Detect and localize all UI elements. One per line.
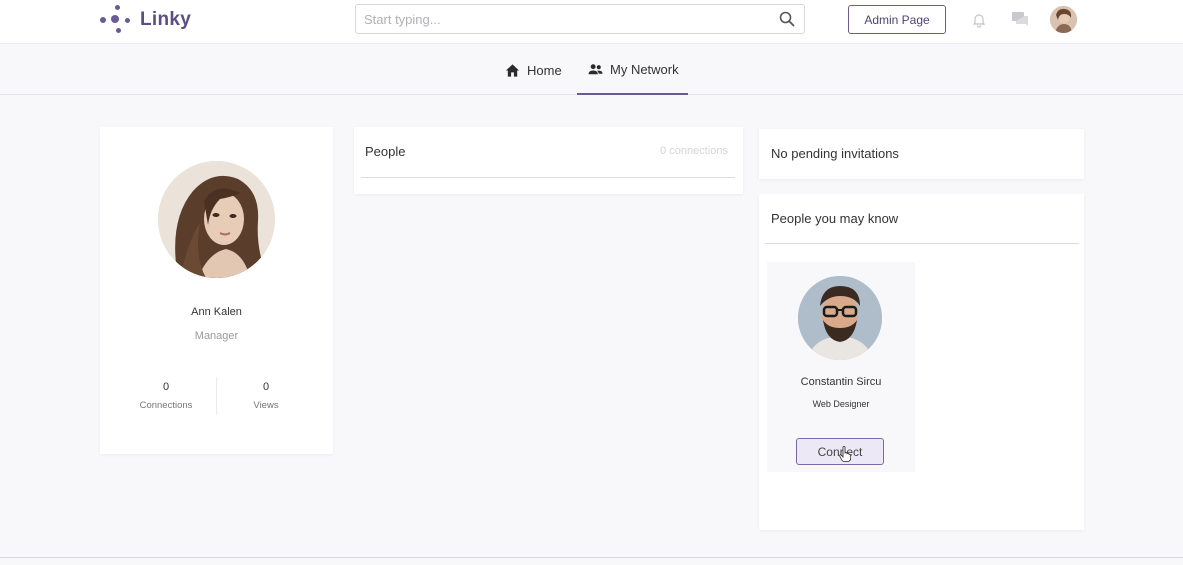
messages-icon[interactable] [1011,11,1029,27]
tab-home[interactable]: Home [505,45,562,95]
connections-stat[interactable]: 0 Connections [116,381,216,411]
people-card: People 0 connections [354,127,743,194]
bell-icon[interactable] [971,12,987,28]
tab-my-network[interactable]: My Network [577,45,688,95]
hand-cursor-icon [839,446,851,462]
search-icon[interactable] [779,11,795,27]
suggestion-card: Constantin Sircu Web Designer Connect [767,262,915,472]
user-avatar[interactable] [1050,6,1077,33]
views-count: 0 [262,381,270,393]
divider [765,243,1079,244]
views-label: Views [253,400,279,411]
tab-my-network-label: My Network [610,61,679,77]
search-box [355,4,805,34]
suggestion-role: Web Designer [812,399,870,409]
top-bar: Linky Admin Page [0,0,1183,44]
invitations-status: No pending invitations [771,146,899,161]
profile-photo[interactable] [158,161,275,278]
views-stat[interactable]: 0 Views [216,381,316,411]
connections-count: 0 [162,381,170,393]
connections-counter: 0 connections [660,145,728,157]
sub-navigation: Home My Network [0,45,1183,95]
home-icon [505,63,520,77]
profile-name: Ann Kalen [191,306,242,318]
logo[interactable]: Linky [100,5,191,35]
suggestion-name: Constantin Sircu [800,376,882,388]
profile-job-title: Manager [194,330,239,342]
divider [361,177,735,178]
invitations-card: No pending invitations [759,129,1084,179]
people-icon [588,63,603,74]
admin-page-button[interactable]: Admin Page [848,5,946,34]
brand-name: Linky [140,9,192,30]
suggestion-photo[interactable] [798,276,882,360]
search-input[interactable] [356,5,766,33]
people-you-may-know-card: People you may know Constantin Sircu Web… [759,194,1084,530]
profile-card: Ann Kalen Manager 0 Connections 0 Views [100,127,333,454]
logo-dots-icon [100,5,132,35]
people-heading: People [365,144,406,159]
connections-label: Connections [139,400,193,411]
people-you-may-know-heading: People you may know [771,211,899,226]
footer-divider [0,557,1183,558]
tab-home-label: Home [527,62,562,78]
